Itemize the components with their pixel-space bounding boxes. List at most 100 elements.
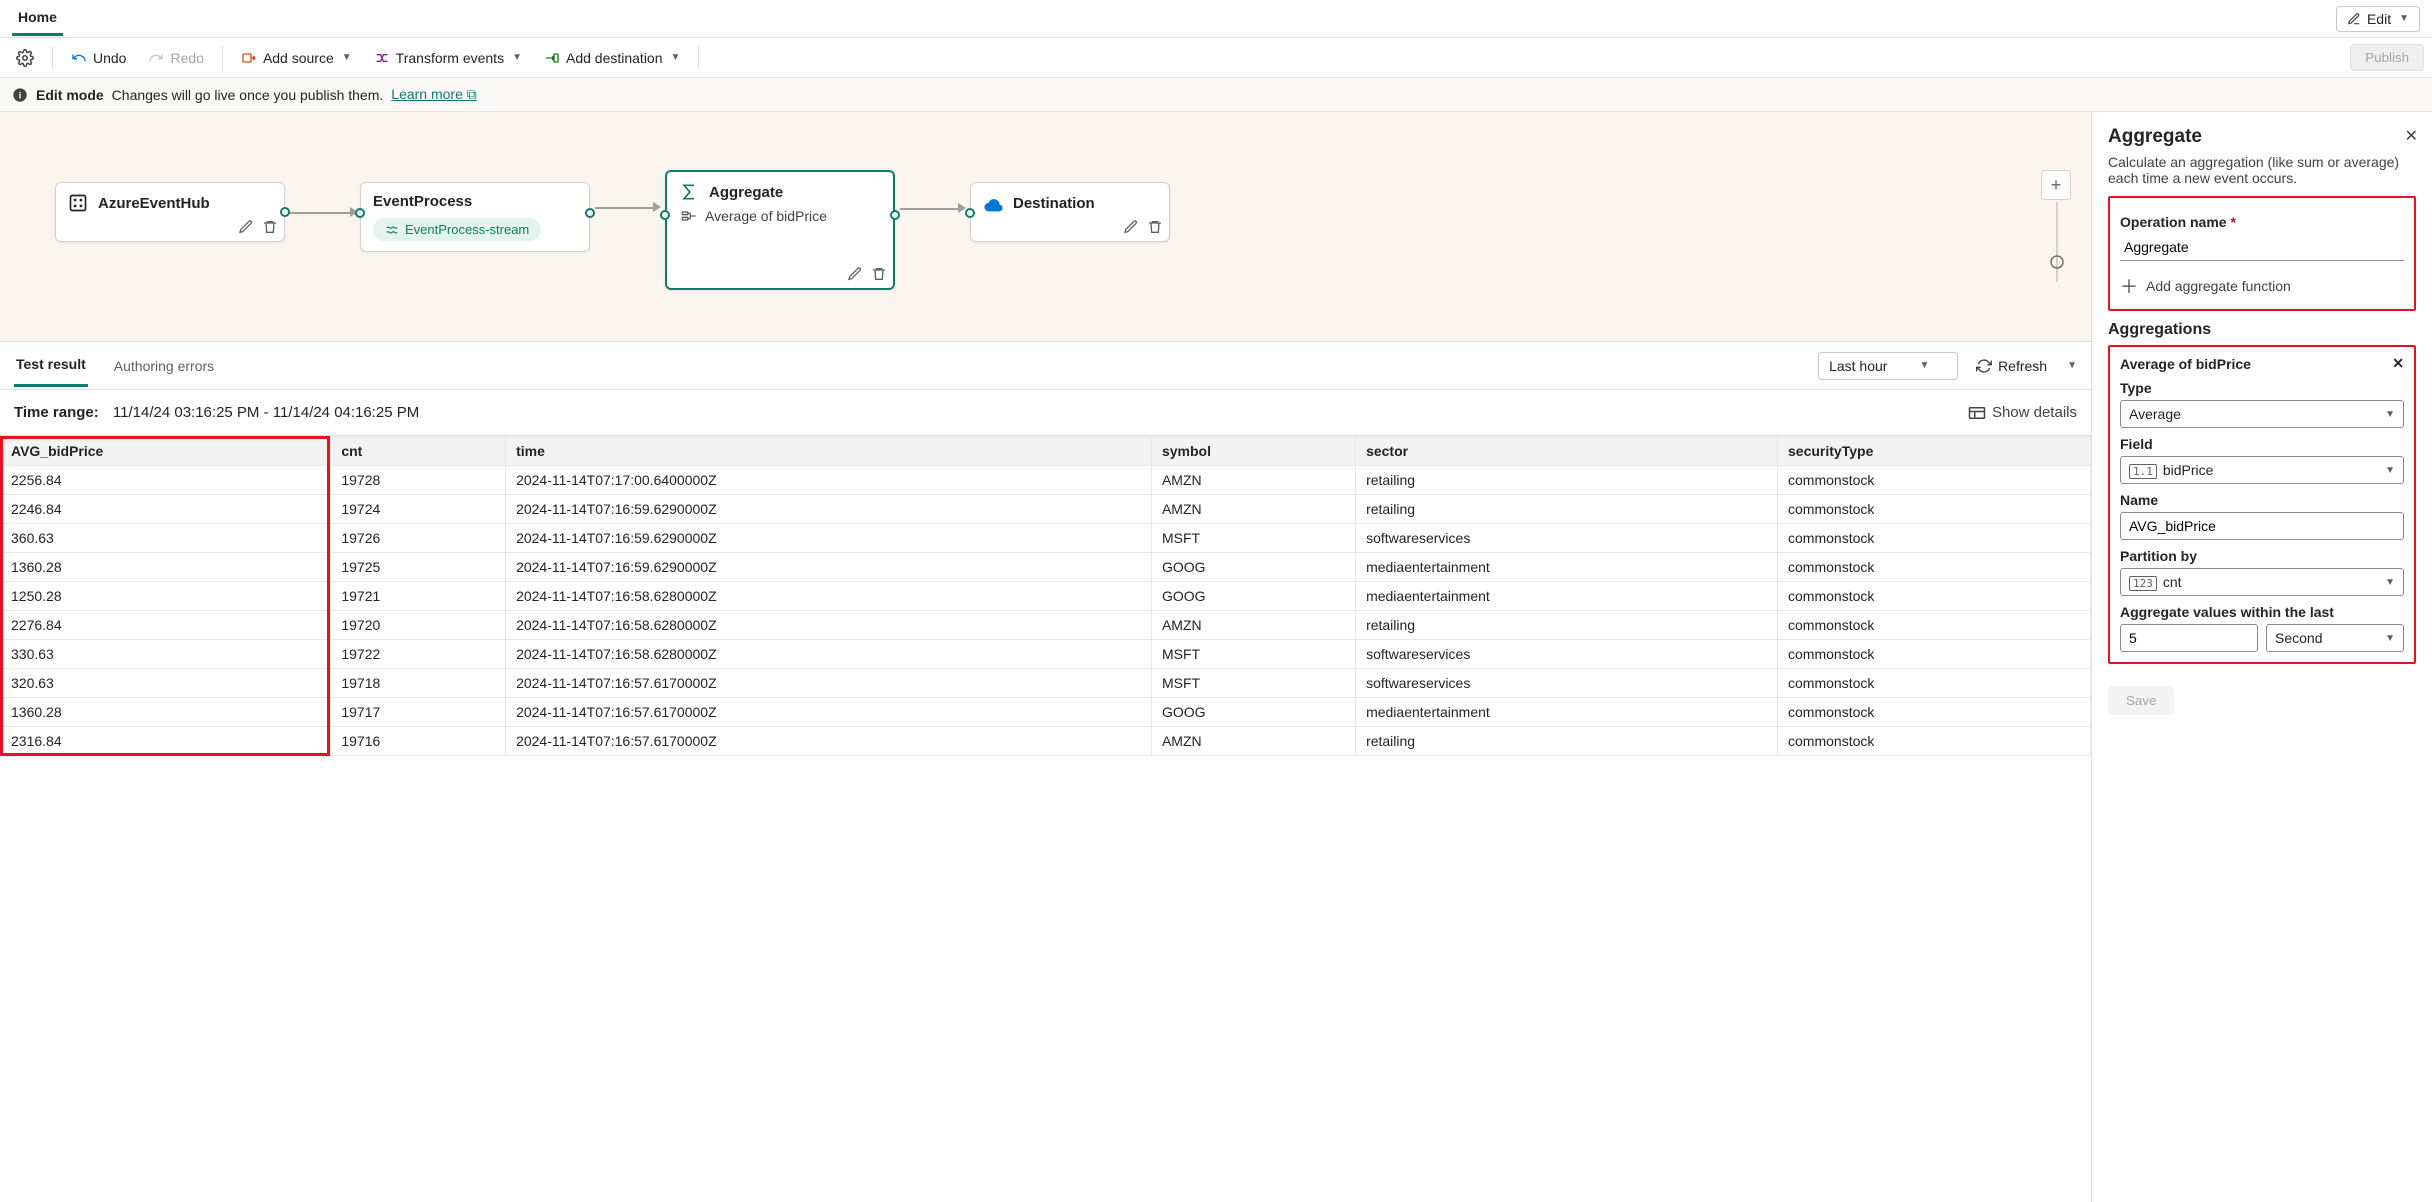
time-range-label: Time range:: [14, 404, 99, 421]
aggregate-panel: Aggregate ✕ Calculate an aggregation (li…: [2092, 112, 2432, 1202]
chevron-down-icon: ▼: [2385, 409, 2395, 420]
node-dest-title: Destination: [1013, 195, 1095, 212]
chevron-down-icon: ▼: [342, 52, 352, 63]
integer-type-icon: 123: [2129, 576, 2157, 591]
node-event-process[interactable]: EventProcess EventProcess-stream: [360, 182, 590, 252]
node-aggregate[interactable]: Aggregate Average of bidPrice: [665, 170, 895, 290]
table-row[interactable]: 2246.84197242024-11-14T07:16:59.6290000Z…: [1, 495, 2091, 524]
redo-icon: [148, 50, 164, 66]
aggregate-sub-icon: [681, 210, 697, 222]
table-row[interactable]: 360.63197262024-11-14T07:16:59.6290000ZM…: [1, 524, 2091, 553]
plus-icon: ＋: [2120, 273, 2138, 299]
number-type-icon: 1.1: [2129, 464, 2157, 479]
pencil-icon[interactable]: [238, 219, 254, 235]
close-panel-button[interactable]: ✕: [2405, 126, 2418, 146]
transform-icon: [374, 50, 390, 66]
chevron-down-icon[interactable]: ▼: [2067, 360, 2077, 371]
learn-more-link[interactable]: Learn more ⧉: [391, 86, 476, 103]
table-row[interactable]: 2316.84197162024-11-14T07:16:57.6170000Z…: [1, 727, 2091, 756]
table-row[interactable]: 320.63197182024-11-14T07:16:57.6170000ZM…: [1, 669, 2091, 698]
save-button[interactable]: Save: [2108, 686, 2174, 715]
panel-title: Aggregate: [2108, 126, 2416, 148]
undo-label: Undo: [93, 50, 126, 66]
undo-button[interactable]: Undo: [63, 46, 134, 70]
chevron-down-icon: ▼: [2399, 13, 2409, 24]
table-row[interactable]: 1250.28197212024-11-14T07:16:58.6280000Z…: [1, 582, 2091, 611]
field-select[interactable]: 1.1bidPrice ▼: [2120, 456, 2404, 484]
drag-handle-icon[interactable]: [2049, 254, 2065, 270]
chevron-down-icon: ▼: [2385, 633, 2395, 644]
sigma-icon: [679, 182, 699, 202]
column-header[interactable]: sector: [1356, 437, 1778, 466]
eventhub-icon: [68, 193, 88, 213]
svg-text:i: i: [19, 90, 22, 100]
results-table: AVG_bidPricecnttimesymbolsectorsecurityT…: [0, 436, 2091, 756]
chevron-down-icon: ▼: [2385, 577, 2395, 588]
add-source-label: Add source: [263, 50, 334, 66]
trash-icon[interactable]: [871, 266, 887, 282]
table-row[interactable]: 1360.28197252024-11-14T07:16:59.6290000Z…: [1, 553, 2091, 582]
table-row[interactable]: 2256.84197282024-11-14T07:17:00.6400000Z…: [1, 466, 2091, 495]
publish-button[interactable]: Publish: [2350, 44, 2424, 71]
trash-icon[interactable]: [1147, 219, 1163, 235]
redo-label: Redo: [170, 50, 203, 66]
details-icon: [1968, 406, 1986, 420]
node-destination[interactable]: Destination: [970, 182, 1170, 242]
settings-button[interactable]: [8, 45, 42, 71]
edit-mode-msg: Changes will go live once you publish th…: [112, 87, 384, 103]
edit-mode-label: Edit mode: [36, 87, 104, 103]
node-azure-eventhub[interactable]: AzureEventHub: [55, 182, 285, 242]
redo-button[interactable]: Redo: [140, 46, 211, 70]
stream-chip: EventProcess-stream: [373, 218, 541, 241]
add-node-button[interactable]: +: [2041, 170, 2071, 200]
column-header[interactable]: cnt: [331, 437, 506, 466]
stream-icon: [385, 223, 399, 237]
add-aggregate-function-button[interactable]: ＋ Add aggregate function: [2120, 273, 2404, 299]
refresh-icon: [1976, 358, 1992, 374]
refresh-button[interactable]: Refresh: [1968, 354, 2055, 378]
add-destination-icon: [544, 50, 560, 66]
column-header[interactable]: AVG_bidPrice: [1, 437, 331, 466]
tab-authoring-errors[interactable]: Authoring errors: [112, 346, 216, 386]
pencil-icon[interactable]: [847, 266, 863, 282]
pencil-icon: [2347, 12, 2361, 26]
add-source-icon: [241, 50, 257, 66]
chevron-down-icon: ▼: [2385, 465, 2395, 476]
operation-name-input[interactable]: [2120, 234, 2404, 261]
destination-icon: [983, 193, 1003, 213]
time-range-select[interactable]: Last hour ▼: [1818, 352, 1958, 380]
type-select[interactable]: Average ▼: [2120, 400, 2404, 428]
transform-events-button[interactable]: Transform events ▼: [366, 46, 530, 70]
trash-icon[interactable]: [262, 219, 278, 235]
window-unit-select[interactable]: Second ▼: [2266, 624, 2404, 652]
time-range-value: 11/14/24 03:16:25 PM - 11/14/24 04:16:25…: [113, 404, 419, 421]
edit-mode-banner: i Edit mode Changes will go live once yo…: [0, 78, 2432, 112]
column-header[interactable]: symbol: [1151, 437, 1355, 466]
edit-dropdown[interactable]: Edit ▼: [2336, 6, 2420, 32]
table-row[interactable]: 2276.84197202024-11-14T07:16:58.6280000Z…: [1, 611, 2091, 640]
chevron-down-icon: ▼: [671, 52, 681, 63]
edit-dropdown-label: Edit: [2367, 11, 2391, 27]
add-source-button[interactable]: Add source ▼: [233, 46, 360, 70]
aggregation-name-input[interactable]: [2120, 512, 2404, 540]
aggregations-heading: Aggregations: [2108, 321, 2416, 339]
gear-icon: [16, 49, 34, 67]
flow-canvas[interactable]: AzureEventHub EventProcess EventP: [0, 112, 2091, 342]
node-agg-sub: Average of bidPrice: [705, 208, 827, 224]
pencil-icon[interactable]: [1123, 219, 1139, 235]
add-destination-button[interactable]: Add destination ▼: [536, 46, 688, 70]
column-header[interactable]: securityType: [1778, 437, 2091, 466]
remove-aggregation-button[interactable]: ✕: [2392, 355, 2404, 372]
home-tab[interactable]: Home: [12, 1, 63, 36]
table-row[interactable]: 1360.28197172024-11-14T07:16:57.6170000Z…: [1, 698, 2091, 727]
column-header[interactable]: time: [506, 437, 1152, 466]
node-src-title: AzureEventHub: [98, 195, 210, 212]
show-details-button[interactable]: Show details: [1968, 404, 2077, 421]
chevron-down-icon: ▼: [1919, 360, 1929, 371]
window-value-input[interactable]: [2120, 624, 2258, 652]
table-row[interactable]: 330.63197222024-11-14T07:16:58.6280000ZM…: [1, 640, 2091, 669]
transform-label: Transform events: [396, 50, 504, 66]
tab-test-result[interactable]: Test result: [14, 344, 88, 387]
partition-select[interactable]: 123cnt ▼: [2120, 568, 2404, 596]
add-dest-label: Add destination: [566, 50, 663, 66]
